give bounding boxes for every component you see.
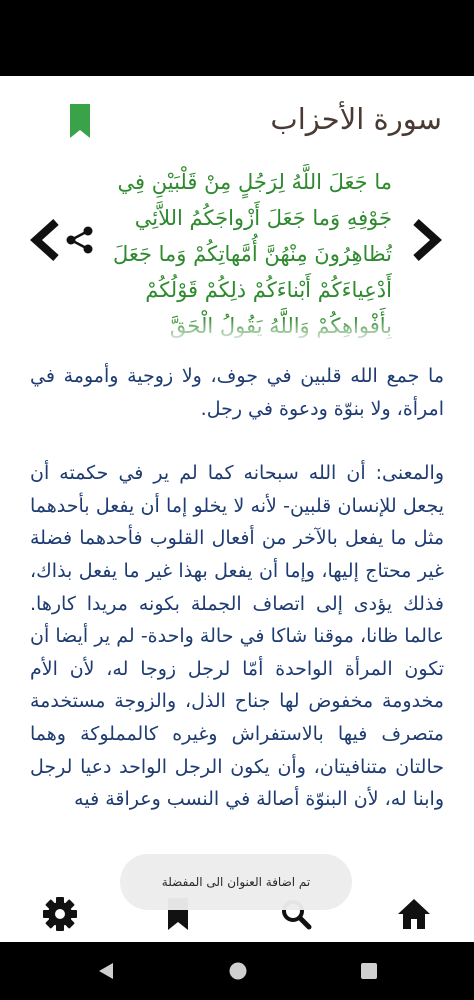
verse-box: ما جَعَلَ اللَّهُ لِرَجُلٍ مِنْ قَلْبَيْ… xyxy=(92,164,392,344)
chevron-left-icon[interactable] xyxy=(28,218,62,262)
recents-icon[interactable] xyxy=(359,961,379,985)
gear-icon[interactable] xyxy=(40,894,80,934)
toast-message: تم اضافة العنوان الى المفضلة xyxy=(161,875,311,889)
verse-fade xyxy=(92,318,392,344)
share-icon[interactable] xyxy=(66,226,94,254)
tafsir-text: ما جمع الله قلبين في جوف، ولا زوجية وأمو… xyxy=(30,360,444,900)
chevron-right-icon[interactable] xyxy=(410,218,444,262)
verse-area: ما جَعَلَ اللَّهُ لِرَجُلٍ مِنْ قَلْبَيْ… xyxy=(0,164,474,344)
toast: تم اضافة العنوان الى المفضلة xyxy=(120,854,352,910)
tafsir-paragraph: والمعنى: أن الله سبحانه كما لم ير في حكم… xyxy=(30,462,444,811)
verse-text: ما جَعَلَ اللَّهُ لِرَجُلٍ مِنْ قَلْبَيْ… xyxy=(112,170,392,338)
back-icon[interactable] xyxy=(96,961,116,985)
system-nav-bar xyxy=(0,942,474,1000)
tafsir-paragraph: ما جمع الله قلبين في جوف، ولا زوجية وأمو… xyxy=(30,365,444,420)
home-icon[interactable] xyxy=(394,894,434,934)
header: سورة الأحزاب xyxy=(0,76,474,160)
home-circle-icon[interactable] xyxy=(228,961,248,985)
app-screen: سورة الأحزاب ما جَعَلَ اللَّهُ لِرَجُلٍ … xyxy=(0,76,474,942)
bookmark-icon[interactable] xyxy=(68,104,92,140)
page-title: سورة الأحزاب xyxy=(270,102,442,136)
